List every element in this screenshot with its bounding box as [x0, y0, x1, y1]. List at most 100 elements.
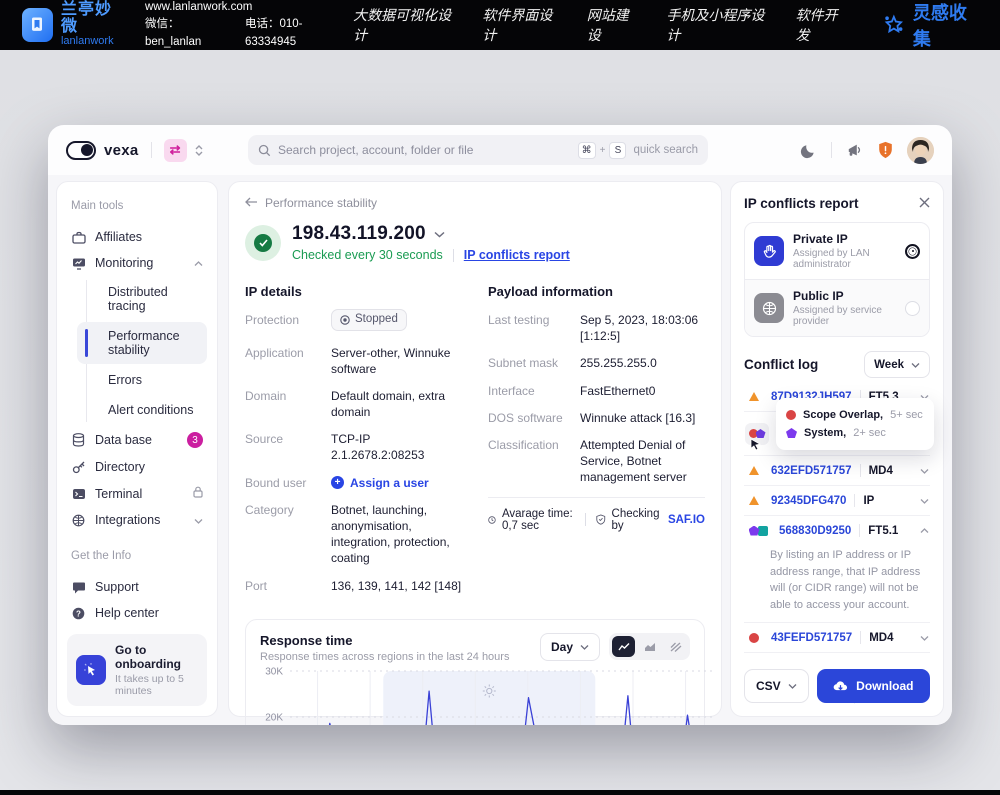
- vexa-logo-icon[interactable]: [66, 141, 96, 160]
- log-period-select[interactable]: Week: [864, 351, 930, 378]
- inspiration-collect-button[interactable]: 灵感收集: [883, 0, 978, 51]
- briefcase-icon: [71, 231, 86, 244]
- banner-nav-dev[interactable]: 软件开发: [796, 5, 846, 45]
- conflict-log-row-expanded[interactable]: 568830D9250 FT5.1: [744, 516, 930, 545]
- globe-icon: [754, 293, 784, 323]
- conflict-tooltip: Scope Overlap, 5+ sec System, 2+ sec: [776, 398, 934, 450]
- conflict-id-link[interactable]: 632EFD571757: [771, 465, 852, 477]
- global-search[interactable]: ⌘ + S quick search: [248, 135, 708, 165]
- sidebar-item-integrations[interactable]: Integrations: [67, 507, 207, 533]
- chevron-down-icon[interactable]: [920, 632, 929, 644]
- cursor-pointer-icon: [750, 438, 761, 454]
- conflict-log-row[interactable]: 43FEFD571757 MD4: [744, 623, 930, 653]
- option-subtitle: Assigned by service provider: [793, 305, 896, 327]
- collect-label: 灵感收集: [913, 0, 978, 51]
- sidebar-item-support[interactable]: Support: [67, 574, 207, 600]
- conflict-id-link[interactable]: 43FEFD571757: [771, 632, 852, 644]
- dark-mode-moon-icon[interactable]: [800, 142, 817, 159]
- detail-label: Application: [245, 345, 331, 377]
- monitor-icon: [71, 257, 86, 270]
- option-public-ip[interactable]: Public IP Assigned by service provider: [745, 279, 929, 336]
- banner-nav-website[interactable]: 网站建设: [587, 5, 637, 45]
- ip-dropdown-chevron-icon[interactable]: [434, 225, 445, 243]
- checked-status-text: Checked every 30 seconds: [292, 248, 443, 262]
- sidebar-item-help-center[interactable]: ? Help center: [67, 600, 207, 626]
- area-chart-type-button[interactable]: [638, 636, 661, 657]
- workspace-expand-icon[interactable]: [195, 145, 203, 156]
- radio-unselected[interactable]: [905, 301, 920, 316]
- plus-icon: +: [331, 476, 344, 489]
- banner-nav-mobile[interactable]: 手机及小程序设计: [666, 5, 765, 45]
- line-chart-type-button[interactable]: [612, 636, 635, 657]
- sidebar-item-monitoring[interactable]: Monitoring: [67, 250, 207, 276]
- app-window: vexa ⇄ ⌘ + S quick search: [48, 125, 952, 725]
- sidebar-item-database[interactable]: Data base 3: [67, 426, 207, 454]
- onboarding-card[interactable]: Go to onboarding It takes up to 5 minute…: [67, 634, 207, 706]
- detail-label: Source: [245, 431, 331, 463]
- close-icon[interactable]: [919, 195, 930, 211]
- user-avatar[interactable]: [907, 137, 934, 164]
- divider: [585, 513, 586, 526]
- option-title: Public IP: [793, 289, 896, 303]
- sidebar-subitem-distributed-tracing[interactable]: Distributed tracing: [77, 278, 207, 320]
- main-content: Performance stability 198.43.119.200 Che…: [228, 181, 722, 717]
- chevron-down-icon[interactable]: [920, 465, 929, 477]
- csv-format-select[interactable]: CSV: [744, 669, 809, 703]
- conflict-log-row-hovered[interactable]: Scope Overlap, 5+ sec System, 2+ sec: [744, 412, 930, 456]
- chevron-down-icon[interactable]: [920, 495, 929, 507]
- chat-bubble-icon: [71, 581, 86, 594]
- shield-check-icon: [596, 513, 606, 526]
- announcements-icon[interactable]: [846, 142, 864, 158]
- chevron-up-icon[interactable]: [920, 525, 929, 537]
- conflict-id-link[interactable]: 92345DFG470: [771, 495, 846, 507]
- sidebar-item-label: Monitoring: [95, 256, 185, 270]
- search-input[interactable]: [278, 143, 578, 157]
- detail-value: TCP-IP 2.1.2678.2:08253: [331, 431, 462, 463]
- integrations-icon: [71, 514, 86, 527]
- banner-nav-bigdata[interactable]: 大数据可视化设计: [353, 5, 452, 45]
- conflict-log-row[interactable]: 92345DFG470 IP: [744, 486, 930, 516]
- sidebar-subitem-alert-conditions[interactable]: Alert conditions: [77, 396, 207, 424]
- sidebar-subitem-errors[interactable]: Errors: [77, 366, 207, 394]
- radio-selected[interactable]: [905, 244, 920, 259]
- cloud-download-icon: [833, 680, 848, 692]
- detail-value: 255.255.255.0: [580, 355, 657, 371]
- bar-chart-type-button[interactable]: [664, 636, 687, 657]
- response-time-chart[interactable]: 8 PM11 PM2 AM5 AM8 AM11 AM2 PM5 PM010K20…: [260, 663, 718, 725]
- shortcut-hint: quick search: [633, 144, 698, 156]
- sidebar-item-directory[interactable]: Directory: [67, 454, 207, 480]
- lock-icon: [193, 486, 203, 501]
- warning-triangle-icon: [749, 392, 759, 401]
- option-subtitle: Assigned by LAN administrator: [793, 248, 896, 270]
- warning-triangle-icon: [749, 466, 759, 475]
- sidebar-item-affiliates[interactable]: Affiliates: [67, 224, 207, 250]
- option-private-ip[interactable]: Private IP Assigned by LAN administrator: [745, 223, 929, 279]
- key-icon: [71, 461, 86, 474]
- detail-label: Subnet mask: [488, 355, 580, 371]
- ip-conflicts-report-link[interactable]: IP conflicts report: [464, 248, 570, 262]
- workspace-switch-icon[interactable]: ⇄: [164, 139, 187, 162]
- shortcut-plus: +: [600, 145, 606, 156]
- security-alert-shield-icon[interactable]: [877, 141, 894, 159]
- average-time-text: Avarage time: 0,7 sec: [502, 508, 575, 532]
- download-button[interactable]: Download: [817, 669, 930, 703]
- sparkle-star-icon: [883, 13, 905, 37]
- breadcrumb[interactable]: Performance stability: [265, 196, 377, 210]
- detail-value: FastEthernet0: [580, 383, 655, 399]
- conflict-log-row[interactable]: 632EFD571757 MD4: [744, 456, 930, 486]
- assign-user-link[interactable]: +Assign a user: [331, 475, 429, 491]
- banner-website: www.lanlanwork.com: [145, 0, 343, 16]
- payload-title: Payload information: [488, 284, 705, 299]
- detail-label: Last testing: [488, 312, 580, 344]
- terminal-icon: [71, 488, 86, 500]
- conflict-note: By listing an IP address or IP address r…: [744, 545, 930, 623]
- banner-nav-software-ui[interactable]: 软件界面设计: [482, 5, 556, 45]
- app-logo-text[interactable]: vexa: [104, 142, 139, 159]
- back-arrow-icon[interactable]: [245, 196, 258, 210]
- period-select[interactable]: Day: [540, 633, 600, 661]
- saf-io-link[interactable]: SAF.IO: [668, 514, 705, 526]
- conflict-id-link[interactable]: 568830D9250: [779, 525, 851, 537]
- sidebar-item-terminal[interactable]: Terminal: [67, 480, 207, 507]
- onboarding-subtitle: It takes up to 5 minutes: [115, 673, 198, 697]
- sidebar-subitem-performance-stability[interactable]: Performance stability: [77, 322, 207, 364]
